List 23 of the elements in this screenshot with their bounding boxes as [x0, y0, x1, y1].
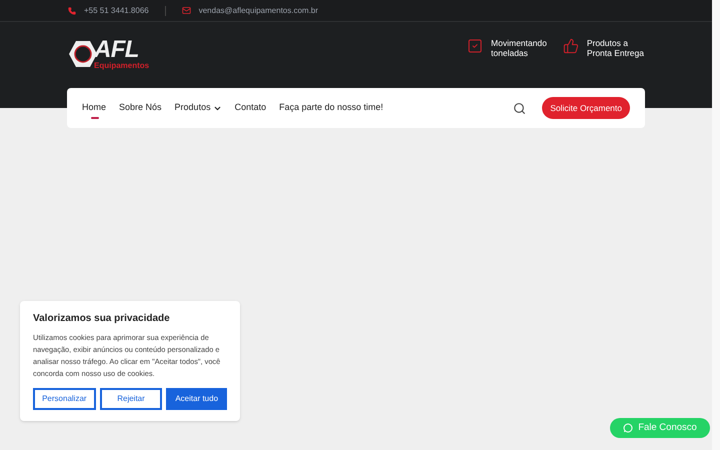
cookie-button[interactable]: Rejeitar — [100, 388, 162, 410]
nav-link[interactable]: Contato — [234, 98, 266, 118]
checkbox-icon — [467, 38, 484, 54]
cookie-title: Valorizamos sua privacidade — [33, 312, 171, 326]
mail-icon — [182, 6, 191, 15]
nav-link[interactable]: Sobre Nós — [119, 98, 162, 118]
scrollbar-track[interactable] — [712, 0, 720, 450]
nav-link[interactable]: Produtos — [174, 98, 222, 118]
logo-subtext: Equipamentos — [94, 62, 150, 70]
search-icon[interactable] — [513, 102, 526, 114]
nav-link[interactable]: Home — [82, 98, 106, 118]
logo-text: AFL — [94, 38, 139, 62]
feature-text: Produtos a Pronta Entrega — [586, 38, 644, 58]
logo[interactable]: AFL Equipamentos — [68, 38, 150, 70]
thumbs-up-icon — [562, 38, 579, 54]
cookie-button[interactable]: Aceitar tudo — [166, 388, 228, 410]
cookie-button[interactable]: Personalizar — [33, 388, 96, 410]
phone-number[interactable]: +55 51 3441.8066 — [84, 4, 149, 16]
quote-button[interactable]: Solicite Orçamento — [542, 97, 630, 119]
email-link[interactable]: vendas@aflequipamentos.com.br — [198, 4, 318, 16]
feature-text: Movimentando toneladas — [491, 38, 547, 58]
phone-icon — [68, 6, 76, 14]
nav-link[interactable]: Faça parte do nosso time! — [279, 98, 384, 118]
